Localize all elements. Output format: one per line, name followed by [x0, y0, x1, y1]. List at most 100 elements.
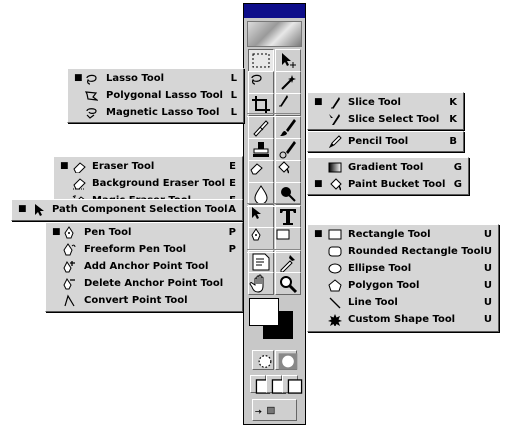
toolbox-separator: [247, 249, 300, 253]
menu-item-label: Lasso Tool: [106, 73, 165, 84]
slice-flyout-menu: ■ Slice Tool K Slice Select Tool K: [307, 92, 464, 130]
rectangle-icon: [276, 228, 300, 249]
menu-item-rounded-rectangle[interactable]: Rounded Rectangle Tool U: [308, 243, 498, 260]
menu-item-ellipse[interactable]: Ellipse Tool U: [308, 260, 498, 277]
menu-item-delete-anchor[interactable]: Delete Anchor Point Tool: [46, 275, 242, 292]
menu-item-label: Pencil Tool: [348, 136, 409, 147]
menu-item-background-eraser[interactable]: Background Eraser Tool E: [54, 175, 242, 192]
quickmask-mode-button[interactable]: [275, 350, 298, 370]
history-brush-icon: [276, 139, 300, 160]
shortcut-key: U: [483, 297, 492, 308]
eraser-icon: [249, 161, 273, 182]
menu-item-line[interactable]: Line Tool U: [308, 294, 498, 311]
toolbox-title-bar[interactable]: [244, 4, 305, 18]
menu-item-label: Line Tool: [348, 297, 398, 308]
menu-item-label: Gradient Tool: [348, 162, 424, 173]
jump-to-imageready-button[interactable]: [252, 399, 297, 421]
pen-tool-button[interactable]: [248, 227, 274, 250]
menu-item-gradient[interactable]: Gradient Tool G: [308, 159, 468, 176]
line-icon: [328, 296, 342, 309]
path-selection-tool-button[interactable]: [248, 205, 274, 228]
notes-tool-button[interactable]: [248, 250, 274, 273]
eyedropper-tool-button[interactable]: [275, 250, 301, 273]
active-tool-bullet: ■: [74, 73, 83, 83]
full-screen-icon: [283, 376, 303, 397]
full-menu-screen-icon: [267, 376, 287, 397]
menu-item-magnetic-lasso[interactable]: Magnetic Lasso Tool L: [68, 104, 243, 121]
slice-icon: [276, 94, 300, 115]
magnetic-lasso-icon: [84, 106, 98, 119]
clone-stamp-icon: [249, 139, 273, 160]
type-tool-button[interactable]: [275, 205, 301, 228]
paint-bucket-icon: [328, 178, 342, 191]
menu-item-label: Freeform Pen Tool: [84, 244, 187, 255]
menu-item-label: Eraser Tool: [92, 161, 155, 172]
menu-item-path-selection[interactable]: ■ Path Component Selection Tool A: [12, 201, 242, 218]
menu-item-slice-select[interactable]: Slice Select Tool K: [308, 111, 463, 128]
toolbox-panel: [243, 3, 306, 425]
foreground-color-swatch[interactable]: [249, 298, 279, 326]
menu-item-pen[interactable]: ■ Pen Tool P: [46, 224, 242, 241]
menu-item-lasso[interactable]: ■ Lasso Tool L: [68, 70, 243, 87]
menu-item-eraser[interactable]: ■ Eraser Tool E: [54, 158, 242, 175]
standard-mode-button[interactable]: [252, 350, 274, 370]
standard-screen-button[interactable]: [250, 375, 271, 394]
lasso-flyout-menu: ■ Lasso Tool L Polygonal Lasso Tool L Magneti…: [67, 68, 244, 123]
hand-tool-button[interactable]: [248, 272, 274, 295]
active-tool-bullet: ■: [314, 229, 323, 239]
lasso-tool-button[interactable]: [248, 71, 274, 94]
menu-item-label: Polygon Tool: [348, 280, 420, 291]
clone-stamp-tool-button[interactable]: [248, 138, 274, 161]
polygonal-lasso-icon: [84, 89, 98, 102]
menu-item-polygonal-lasso[interactable]: Polygonal Lasso Tool L: [68, 87, 243, 104]
full-screen-button[interactable]: [282, 375, 303, 394]
shortcut-key: U: [483, 314, 492, 325]
menu-item-freeform-pen[interactable]: Freeform Pen Tool P: [46, 241, 242, 258]
add-anchor-icon: [62, 260, 76, 273]
menu-item-direct-selection[interactable]: Direct Selection Tool A: [12, 218, 242, 221]
shortcut-key: K: [449, 114, 457, 125]
menu-item-paint-bucket[interactable]: ■ Paint Bucket Tool G: [308, 176, 468, 193]
shortcut-key: G: [453, 162, 462, 173]
paint-bucket-tool-button[interactable]: [275, 160, 301, 183]
brush-tool-button[interactable]: [275, 116, 301, 139]
zoom-tool-button[interactable]: [275, 272, 301, 295]
menu-item-label: Slice Select Tool: [348, 114, 440, 125]
direct-selection-icon: [32, 220, 46, 221]
gradient-icon: [328, 161, 342, 174]
toolbox-separator: [247, 203, 300, 207]
shortcut-key: P: [228, 244, 236, 255]
custom-shape-icon: [328, 313, 342, 326]
menu-item-label: Direct Selection Tool: [52, 218, 168, 220]
menu-item-rectangle[interactable]: ■ Rectangle Tool U: [308, 226, 498, 243]
pen-icon: [62, 226, 76, 239]
full-menu-screen-button[interactable]: [266, 375, 287, 394]
rounded-rectangle-icon: [328, 245, 342, 258]
magic-wand-tool-button[interactable]: [275, 71, 301, 94]
shortcut-key: L: [230, 90, 237, 101]
blur-tool-button[interactable]: [248, 182, 274, 205]
marquee-tool-button[interactable]: [248, 49, 274, 72]
dodge-icon: [276, 183, 300, 204]
hand-icon: [249, 273, 273, 294]
menu-item-slice[interactable]: ■ Slice Tool K: [308, 94, 463, 111]
shortcut-key: U: [483, 280, 492, 291]
dodge-tool-button[interactable]: [275, 182, 301, 205]
path-selection-icon: [249, 206, 273, 227]
rectangle-tool-button[interactable]: [275, 227, 301, 250]
menu-item-pencil[interactable]: Pencil Tool B: [308, 133, 463, 150]
standard-mode-icon: [253, 351, 273, 372]
menu-item-polygon[interactable]: Polygon Tool U: [308, 277, 498, 294]
healing-brush-tool-button[interactable]: [248, 116, 274, 139]
menu-item-add-anchor[interactable]: Add Anchor Point Tool: [46, 258, 242, 275]
menu-item-convert-point[interactable]: Convert Point Tool: [46, 292, 242, 309]
shape-flyout-menu: ■ Rectangle Tool U Rounded Rectangle Tool U E…: [307, 224, 499, 332]
menu-item-custom-shape[interactable]: Custom Shape Tool U: [308, 311, 498, 328]
menu-item-label: Polygonal Lasso Tool: [106, 90, 223, 101]
eraser-tool-button[interactable]: [248, 160, 274, 183]
move-tool-button[interactable]: [275, 49, 301, 72]
menu-item-label: Add Anchor Point Tool: [84, 261, 209, 272]
history-brush-tool-button[interactable]: [275, 138, 301, 161]
lasso-icon: [249, 72, 273, 93]
photoshop-logo-icon[interactable]: [247, 21, 302, 47]
